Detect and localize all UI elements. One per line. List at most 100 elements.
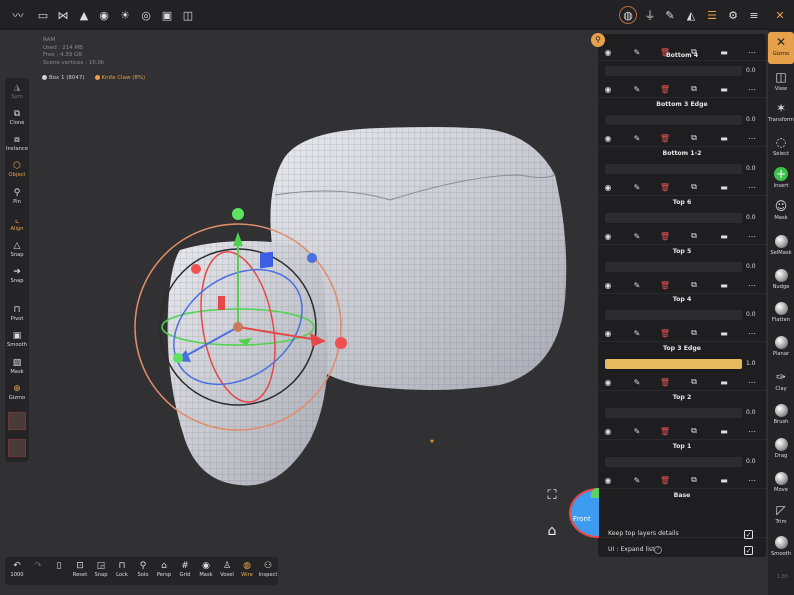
eye-icon[interactable]: ◉ — [602, 279, 614, 291]
tool-instance[interactable]: ⧇ Instance — [5, 134, 29, 152]
camera-icon[interactable]: ◫ — [179, 6, 197, 24]
tool-mask[interactable]: ▨ Mask — [5, 357, 29, 375]
pencil-icon[interactable]: ✎ — [631, 279, 643, 291]
mesh-chip-knife[interactable]: Knife Claw (8%) — [94, 75, 145, 81]
tool-clay[interactable]: ✑ Clay — [768, 367, 794, 399]
logo-icon[interactable]: 〰 — [9, 6, 27, 24]
tool-brush[interactable]: Brush — [768, 401, 794, 433]
inspect-button[interactable]: ⚇ Inspect — [258, 561, 278, 578]
merge-down-icon[interactable]: ▬ — [718, 83, 730, 95]
folder-icon[interactable]: ▭ — [34, 6, 52, 24]
more-icon[interactable]: ⋯ — [746, 181, 758, 193]
trash-icon[interactable]: 🗑 — [659, 327, 671, 339]
trash-icon[interactable]: 🗑 — [659, 376, 671, 388]
layer-row[interactable]: Top 6 0.0 ◉ ✎ 🗑 ⧉ ▬ ⋯ — [598, 196, 766, 245]
layer-value[interactable]: 0.0 — [746, 409, 756, 416]
mesh-chip-box[interactable]: Box 1 (8047) — [42, 75, 85, 81]
layer-value[interactable]: 0.0 — [746, 214, 756, 221]
trash-icon[interactable]: 🗑 — [659, 181, 671, 193]
layer-value[interactable]: 0.0 — [746, 311, 756, 318]
layer-value[interactable]: 0.0 — [746, 67, 756, 74]
layer-strength-slider[interactable] — [605, 359, 742, 369]
trash-icon[interactable]: 🗑 — [659, 425, 671, 437]
home-icon[interactable]: ⌂ — [543, 522, 561, 540]
layer-strength-slider[interactable] — [605, 408, 742, 418]
help-icon[interactable]: ? — [654, 546, 662, 554]
layer-name[interactable]: Base — [598, 492, 766, 499]
keep-details-option[interactable]: Keep top layers details ✓ — [598, 527, 766, 543]
layer-value[interactable]: 0.0 — [746, 165, 756, 172]
pencil-icon[interactable]: ✎ — [631, 132, 643, 144]
wire-button[interactable]: ◍ Wire — [237, 561, 257, 578]
expand-list-option[interactable]: UI : Expand list ? ✓ — [598, 543, 766, 559]
sphere-icon[interactable]: ◉ — [95, 6, 113, 24]
layer-strength-slider[interactable] — [605, 457, 742, 467]
layer-strength-slider[interactable] — [605, 115, 742, 125]
mask-view-button[interactable]: ◉ Mask — [196, 561, 216, 578]
duplicate-icon[interactable]: ⧉ — [688, 181, 700, 193]
color-swatch-1[interactable] — [8, 412, 26, 430]
layer-name[interactable]: Top 2 — [598, 394, 766, 401]
keep-details-checkbox[interactable]: ✓ — [744, 530, 753, 539]
layer-value[interactable]: 0.0 — [746, 458, 756, 465]
snap-button[interactable]: ◲ Snap — [91, 561, 111, 578]
tool-flatten[interactable]: Flatten — [768, 299, 794, 331]
pencil-icon[interactable]: ✎ — [631, 474, 643, 486]
tool-trim[interactable]: ◸ Trim — [768, 500, 794, 532]
tool-transform[interactable]: ✶ Transform — [768, 98, 794, 130]
layer-strength-slider[interactable] — [605, 66, 742, 76]
merge-down-icon[interactable]: ▬ — [718, 279, 730, 291]
grid-button[interactable]: # Grid — [175, 561, 195, 578]
more-icon[interactable]: ⋯ — [746, 327, 758, 339]
layer-name[interactable]: Bottom 4 — [598, 52, 766, 59]
pencil-icon[interactable]: ✎ — [631, 327, 643, 339]
layer-strength-slider[interactable] — [605, 164, 742, 174]
undo-button[interactable]: ↶ 1000 — [7, 561, 27, 578]
layer-value[interactable]: 1.0 — [746, 360, 756, 367]
layer-value[interactable]: 0.0 — [746, 116, 756, 123]
solo-button[interactable]: ⚲ Solo — [133, 561, 153, 578]
tool-align[interactable]: ⌞ Align — [5, 214, 29, 232]
layer-name[interactable]: Top 3 Edge — [598, 345, 766, 352]
tool-mask[interactable]: ☺ Mask — [768, 196, 794, 228]
expand-list-checkbox[interactable]: ✓ — [744, 546, 753, 555]
trash-icon[interactable]: 🗑 — [659, 279, 671, 291]
eye-icon[interactable]: ◉ — [602, 327, 614, 339]
merge-down-icon[interactable]: ▬ — [718, 327, 730, 339]
persp-button[interactable]: ⌂ Persp — [154, 561, 174, 578]
tool-view[interactable]: ◫ View — [768, 67, 794, 99]
fullscreen-icon[interactable]: ⛶ — [544, 488, 560, 504]
merge-down-icon[interactable]: ▬ — [718, 425, 730, 437]
eye-icon[interactable]: ◉ — [602, 376, 614, 388]
layer-name[interactable]: Top 4 — [598, 296, 766, 303]
more-icon[interactable]: ⋯ — [746, 425, 758, 437]
layer-row[interactable]: Top 2 0.0 ◉ ✎ 🗑 ⧉ ▬ ⋯ — [598, 391, 766, 440]
duplicate-icon[interactable]: ⧉ — [688, 83, 700, 95]
eye-icon[interactable]: ◉ — [602, 132, 614, 144]
layer-name[interactable]: Bottom 1-2 — [598, 150, 766, 157]
layer-row[interactable]: Top 5 0.0 ◉ ✎ 🗑 ⧉ ▬ ⋯ — [598, 245, 766, 294]
eye-icon[interactable]: ◉ — [602, 230, 614, 242]
tool-insert[interactable]: + Insert — [768, 164, 794, 196]
reset-button[interactable]: ⊡ Reset — [70, 561, 90, 578]
duplicate-icon[interactable]: ⧉ — [688, 474, 700, 486]
more-icon[interactable]: ⋯ — [746, 474, 758, 486]
more-icon[interactable]: ⋯ — [746, 83, 758, 95]
tool-drag[interactable]: Drag — [768, 435, 794, 467]
pencil-icon[interactable]: ✎ — [631, 83, 643, 95]
layer-name[interactable]: Top 5 — [598, 248, 766, 255]
tool-clone[interactable]: ⧉ Clone — [5, 108, 29, 126]
merge-down-icon[interactable]: ▬ — [718, 181, 730, 193]
tool-gizmo[interactable]: ⊕ Gizmo — [5, 383, 29, 401]
redo-button[interactable]: ↷ — [28, 561, 48, 572]
layer-strength-slider[interactable] — [605, 310, 742, 320]
tool-sym[interactable]: ◮ Sym — [5, 82, 29, 100]
tool-select[interactable]: ◌ Select — [768, 132, 794, 164]
layer-strength-slider[interactable] — [605, 213, 742, 223]
tool-smooth[interactable]: ▣ Smooth — [5, 330, 29, 348]
tool-planar[interactable]: Planar — [768, 333, 794, 365]
tool-selmask[interactable]: SelMask — [768, 232, 794, 264]
trash-icon[interactable]: 🗑 — [659, 230, 671, 242]
layer-row[interactable]: Top 4 0.0 ◉ ✎ 🗑 ⧉ ▬ ⋯ — [598, 293, 766, 342]
tools-icon[interactable]: ✕ — [771, 6, 789, 24]
